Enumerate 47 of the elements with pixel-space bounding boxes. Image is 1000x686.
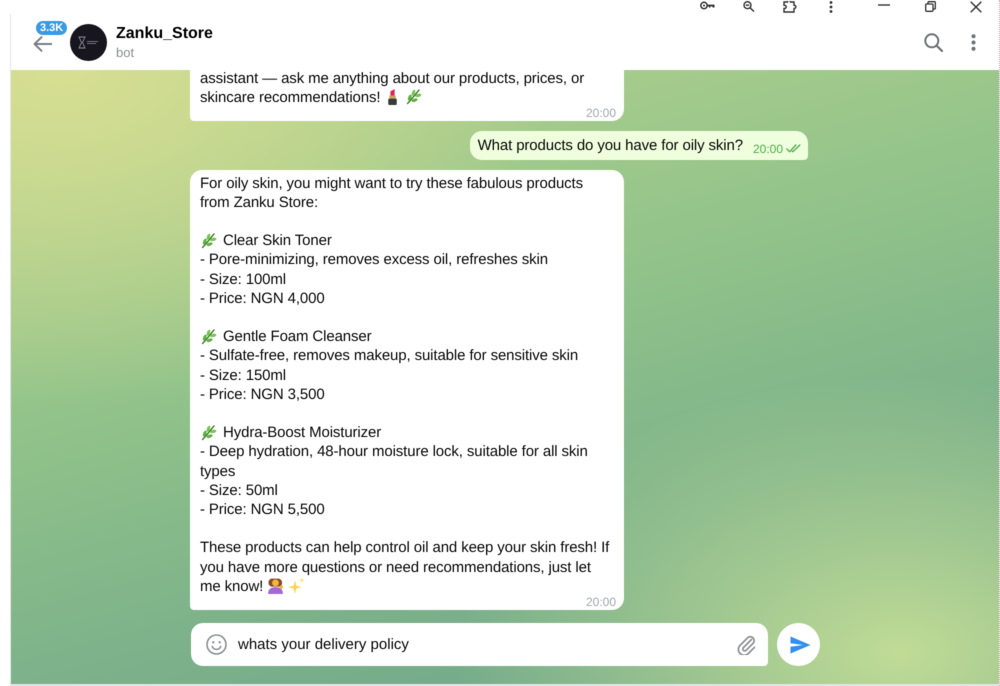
person-icon [267, 576, 284, 594]
product-detail: - Size: 100ml [200, 270, 286, 288]
message-text: These products can help control oil and keep your skin fresh! If you have more questions or need recommendations, just let me know! [200, 538, 610, 596]
paperclip-icon [736, 634, 756, 655]
more-options-icon [970, 34, 976, 50]
back-arrow-icon [33, 36, 52, 52]
send-icon [790, 636, 810, 654]
search-icon [924, 32, 942, 52]
sparkles-icon [288, 576, 306, 594]
message-time: 20:00 [752, 142, 783, 155]
minimize-icon[interactable] [878, 4, 890, 6]
send-button[interactable] [777, 623, 820, 666]
restore-icon[interactable] [924, 1, 936, 12]
product-detail: - Price: NGN 4,000 [200, 290, 325, 307]
chat-title: Zanku_Store [116, 24, 213, 44]
product-detail: - Size: 50ml [200, 482, 278, 499]
product-detail: - Price: NGN 3,500 [200, 386, 325, 403]
smiley-icon [206, 634, 227, 655]
product-name: Hydra-Boost Moisturizer [223, 423, 382, 442]
herb-icon [200, 328, 217, 346]
back-button[interactable] [33, 36, 52, 52]
unread-badge: 3.3K [36, 21, 68, 35]
message-composer[interactable]: whats your delivery policy [191, 623, 768, 666]
message-time: 20:00 [586, 596, 616, 608]
chat-subtitle: bot [116, 44, 136, 60]
message-text: For oily skin, you might want to try these fabulous products from Zanku Store: [200, 174, 584, 212]
message-text: assistant — ask me anything about our products, prices, or skincare recommendations! [200, 70, 586, 108]
product-name: Gentle Foam Cleanser [223, 327, 372, 346]
herb-icon [200, 424, 217, 442]
product-name: Clear Skin Toner [223, 231, 332, 250]
message-input[interactable]: whats your delivery policy [238, 634, 724, 656]
key-icon[interactable] [700, 1, 715, 10]
message-time: 20:00 [586, 107, 616, 120]
emoji-button[interactable] [205, 633, 228, 656]
herb-icon [405, 88, 422, 106]
product-detail: - Sulfate-free, removes makeup, suitable for sensitive skin [200, 347, 578, 364]
puzzle-icon[interactable] [782, 1, 796, 13]
product-detail: - Price: NGN 5,500 [200, 501, 325, 518]
product-detail: - Size: 150ml [200, 366, 286, 384]
herb-icon [200, 232, 217, 250]
product-detail: - Pore-minimizing, removes excess oil, refreshes skin [200, 251, 548, 268]
message-text: What products do you have for oily skin? [478, 136, 743, 156]
more-options-icon[interactable] [828, 1, 832, 13]
zoom-out-icon[interactable] [742, 1, 754, 12]
close-icon[interactable] [970, 1, 982, 13]
product-detail: - Deep hydration, 48-hour moisture lock, suitable for all skin types [200, 443, 588, 480]
logo-avatar-icon[interactable] [70, 24, 107, 60]
